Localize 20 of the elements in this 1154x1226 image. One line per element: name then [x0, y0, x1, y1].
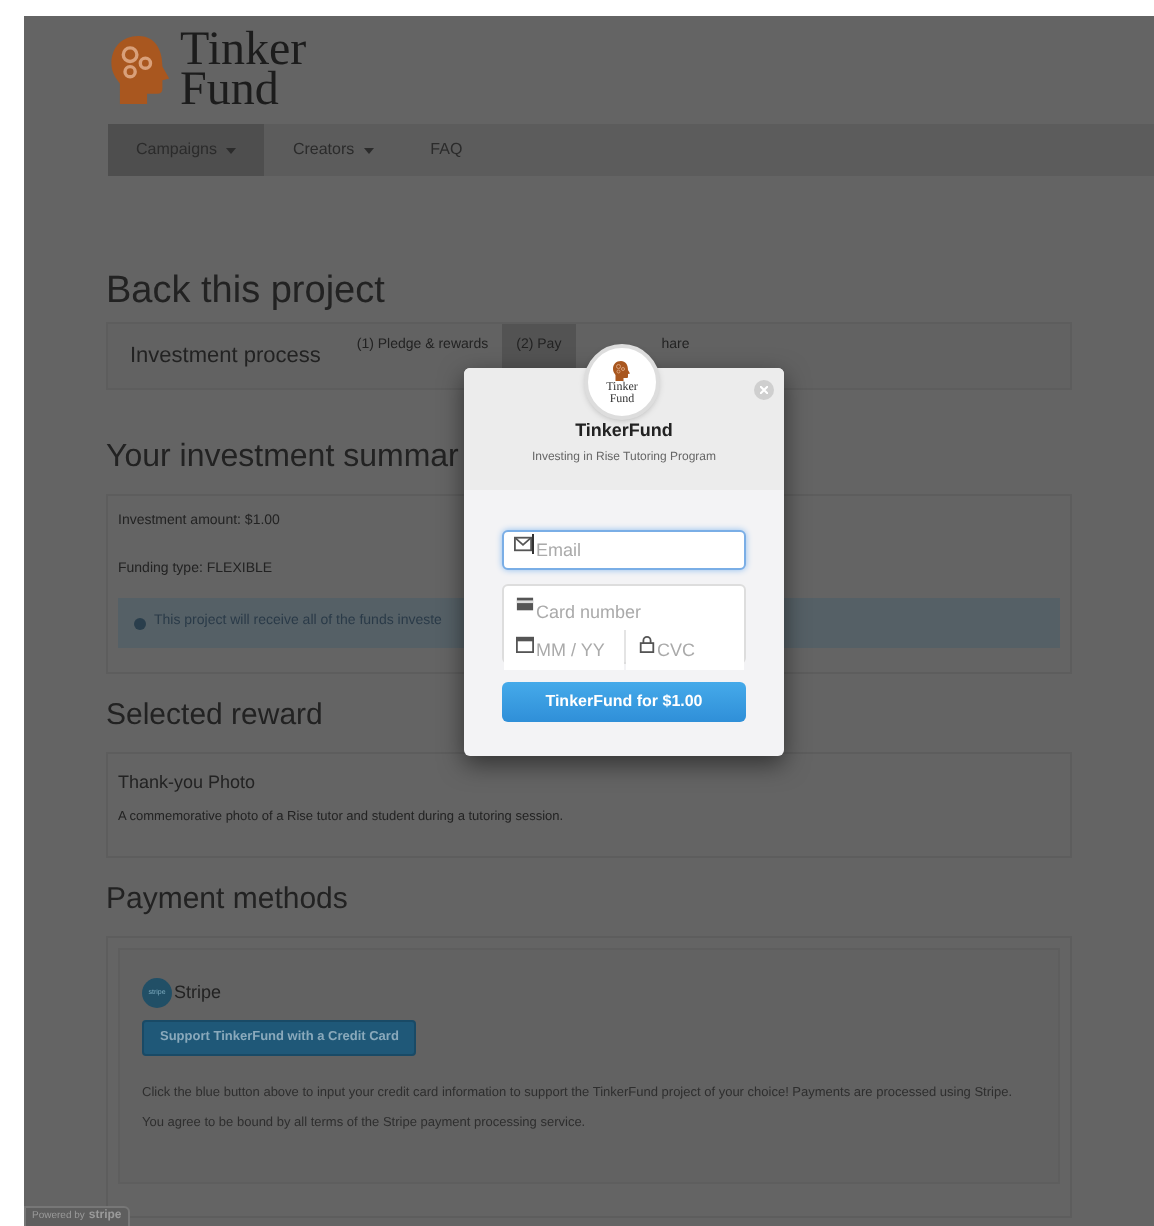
process-label: Investment process [130, 341, 321, 372]
close-icon [760, 386, 768, 394]
provider-name: Stripe [174, 979, 222, 1006]
pay-button[interactable]: TinkerFund for $1.00 [502, 682, 746, 722]
info-icon [134, 617, 146, 629]
lock-icon [637, 634, 655, 652]
card-details-field[interactable]: Card number MM / YY CVC [502, 584, 746, 664]
head-logo-icon [612, 359, 632, 381]
payment-heading: Payment methods [106, 879, 350, 919]
calendar-icon [516, 634, 534, 652]
dialog-title: TinkerFund [575, 418, 673, 444]
summary-heading: Your investment summar [106, 438, 459, 478]
email-field[interactable]: Email [502, 530, 746, 570]
reward-heading: Selected reward [106, 696, 323, 736]
logo-text: Tinker Fund [180, 30, 307, 110]
caret-icon [364, 147, 375, 153]
page-title: Back this project [106, 268, 387, 316]
reward-title: Thank-you Photo [118, 769, 258, 796]
envelope-icon [514, 535, 532, 553]
caret-icon [226, 147, 237, 153]
